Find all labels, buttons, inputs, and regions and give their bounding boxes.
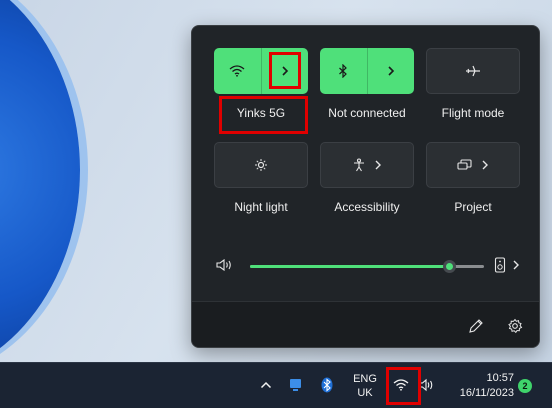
- tray-app-button[interactable]: [288, 377, 304, 393]
- project-icon: [457, 159, 472, 170]
- volume-fill: [250, 265, 449, 268]
- language-indicator[interactable]: ENG UK: [350, 372, 380, 400]
- chevron-right-icon: [375, 160, 381, 170]
- flight-mode-button[interactable]: [426, 48, 520, 94]
- night-light-label: Night light: [234, 200, 288, 214]
- highlight-wifi-expand: [269, 52, 301, 89]
- taskbar: ENG UK 10:57 16/11/2023 2: [0, 362, 552, 408]
- bluetooth-tile: [320, 48, 414, 94]
- clock-button[interactable]: 10:57 16/11/2023: [446, 371, 514, 401]
- bluetooth-expand-button[interactable]: [366, 48, 415, 94]
- speaker-icon: [419, 378, 433, 392]
- tray-app-icon: [290, 379, 301, 391]
- night-light-icon: [255, 159, 267, 171]
- project-label: Project: [454, 200, 492, 214]
- chevron-right-icon: [388, 66, 394, 76]
- flight-mode-label: Flight mode: [441, 106, 505, 120]
- volume-row: [192, 256, 539, 277]
- audio-output-icon: [494, 257, 506, 273]
- highlight-network-tray: [386, 367, 421, 405]
- language-code: ENG: [353, 373, 377, 385]
- accessibility-icon: [354, 158, 364, 172]
- wifi-toggle-button[interactable]: [214, 48, 261, 94]
- show-hidden-icons-button[interactable]: [258, 377, 274, 393]
- bluetooth-tray-button[interactable]: [319, 377, 335, 393]
- bluetooth-toggle-button[interactable]: [320, 48, 367, 94]
- notification-badge[interactable]: 2: [518, 379, 532, 393]
- clock-time: 10:57: [486, 372, 514, 384]
- airplane-icon: [466, 65, 480, 77]
- clock-date: 16/11/2023: [459, 387, 514, 399]
- edit-quick-settings-button[interactable]: [468, 318, 484, 339]
- accessibility-button[interactable]: [320, 142, 414, 188]
- audio-output-button[interactable]: [494, 257, 520, 273]
- accessibility-label: Accessibility: [334, 200, 400, 214]
- chevron-right-icon: [482, 160, 488, 170]
- mute-button[interactable]: [216, 258, 234, 277]
- quick-settings-footer: [192, 301, 539, 347]
- chevron-up-icon: [260, 381, 272, 389]
- highlight-wifi-label: [219, 96, 308, 134]
- volume-slider-thumb[interactable]: [443, 260, 456, 273]
- quick-settings-panel: Yinks 5G Not connected Flight mode Night…: [191, 25, 540, 348]
- bluetooth-icon: [321, 377, 333, 393]
- night-light-button[interactable]: [214, 142, 308, 188]
- wifi-icon: [229, 65, 245, 77]
- chevron-right-icon: [513, 260, 519, 270]
- pencil-icon: [469, 319, 483, 333]
- all-settings-button[interactable]: [507, 318, 523, 339]
- keyboard-layout: UK: [357, 387, 373, 399]
- wallpaper-bloom: [0, 0, 80, 362]
- project-button[interactable]: [426, 142, 520, 188]
- gear-icon: [508, 318, 523, 334]
- speaker-icon: [216, 258, 231, 272]
- bluetooth-icon: [339, 64, 348, 78]
- bluetooth-tile-label: Not connected: [328, 106, 406, 120]
